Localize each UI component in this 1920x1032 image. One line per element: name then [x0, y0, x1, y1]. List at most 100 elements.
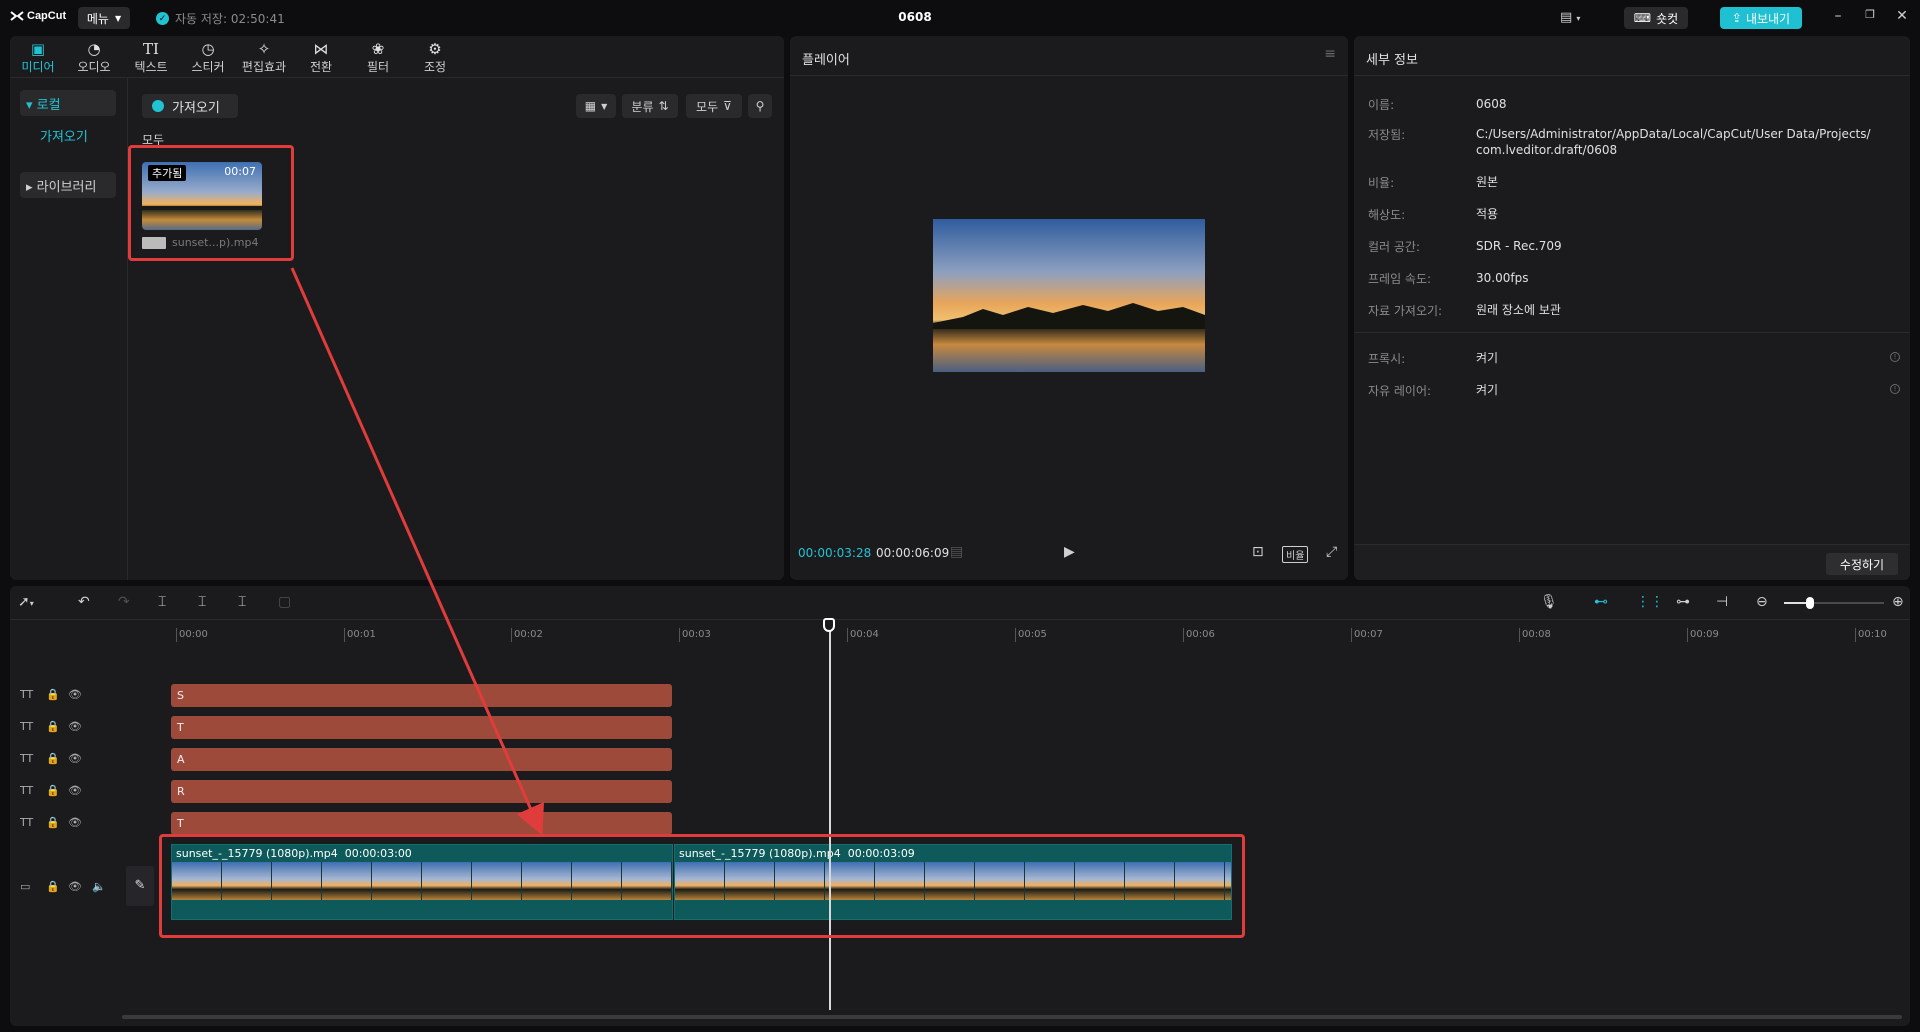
tab-audio[interactable]: ◔ 오디오 [66, 40, 122, 76]
info-icon[interactable]: ! [1890, 384, 1900, 394]
ruler-tick: 00:05 [1015, 628, 1047, 642]
eye-icon[interactable]: 👁 [68, 880, 82, 893]
edit-button[interactable]: 수정하기 [1826, 553, 1898, 575]
playhead-handle[interactable] [823, 618, 835, 632]
effects-icon: ✧ [257, 40, 271, 58]
sort-button[interactable]: 분류 ⇅ [622, 94, 678, 118]
funnel-icon: ⊽ [723, 99, 732, 113]
audio-icon: ◔ [87, 40, 101, 58]
detail-value: 켜기 [1476, 383, 1499, 397]
detail-key: 컬러 공간: [1368, 240, 1421, 254]
zoom-out-icon[interactable]: ⊖ [1756, 594, 1768, 610]
timeline-panel: ➚▾ ↶ ↷ ⌶ ⌶ ⌶ ▢ 🎙 ⊷ ⋮⋮ ⊶ ⊣ ⊖ ⊕ 00:00 00:0… [10, 586, 1910, 1026]
eye-icon[interactable]: 👁 [68, 784, 82, 797]
export-button[interactable]: ⇪ 내보내기 [1720, 7, 1802, 29]
highlight-box-media [128, 145, 294, 261]
shortcut-button[interactable]: ⌨ 숏컷 [1624, 7, 1688, 29]
tab-filter[interactable]: ❀ 필터 [350, 40, 406, 76]
eye-icon[interactable]: 👁 [68, 720, 82, 733]
timeline-scrollbar[interactable] [122, 1015, 1902, 1019]
trim-right-icon[interactable]: ⌶ [238, 594, 246, 610]
ratio-button[interactable]: 비율 [1282, 546, 1309, 563]
lock-icon[interactable]: 🔒 [46, 720, 60, 733]
search-button[interactable]: ⚲ [748, 94, 772, 118]
text-clip[interactable]: T [171, 812, 672, 835]
text-clip[interactable]: T [171, 716, 672, 739]
tab-label: 필터 [366, 60, 390, 74]
tab-effects[interactable]: ✧ 편집효과 [236, 40, 292, 76]
text-clip[interactable]: R [171, 780, 672, 803]
detail-key: 프레임 속도: [1368, 272, 1432, 286]
link-icon[interactable]: ⊶ [1676, 594, 1690, 610]
details-panel: 세부 정보 이름: 0608 저장됨: C:/Users/Administrat… [1354, 36, 1910, 580]
view-mode-button[interactable]: ▦ ▼ [576, 94, 616, 118]
undo-icon[interactable]: ↶ [78, 594, 90, 610]
preview-axis-icon[interactable]: ⊣ [1716, 594, 1728, 610]
playhead-line[interactable] [829, 620, 831, 1010]
fullscreen-focus-icon[interactable]: ⊡ [1252, 544, 1264, 560]
play-icon[interactable]: ▶ [1064, 544, 1075, 560]
sort-icon: ⇅ [658, 99, 669, 113]
microphone-icon[interactable]: 🎙 [1540, 594, 1558, 610]
text-clip[interactable]: A [171, 748, 672, 771]
sidebar-item-import[interactable]: 가져오기 [20, 122, 116, 148]
restore-icon[interactable]: ❐ [1860, 8, 1880, 21]
lock-icon[interactable]: 🔒 [46, 784, 60, 797]
lock-icon[interactable]: 🔒 [46, 752, 60, 765]
split-icon[interactable]: ⌶ [158, 594, 166, 610]
tab-label: 미디어 [21, 60, 55, 74]
redo-icon[interactable]: ↷ [118, 594, 130, 610]
text-track-header: TT 🔒 👁 [10, 778, 120, 804]
close-icon[interactable]: ✕ [1892, 8, 1912, 24]
sidebar-item-local[interactable]: ▾ 로컬 [20, 90, 116, 116]
auto-snap-icon[interactable]: ⋮⋮ [1636, 594, 1664, 610]
detail-value: 원래 장소에 보관 [1476, 303, 1561, 317]
detail-key: 프록시: [1368, 352, 1406, 366]
eye-icon[interactable]: 👁 [68, 752, 82, 765]
eye-icon[interactable]: 👁 [68, 688, 82, 701]
zoom-slider-handle[interactable] [1806, 597, 1814, 609]
minimize-icon[interactable]: – [1828, 8, 1848, 24]
timeline-ruler[interactable]: 00:00 00:01 00:02 00:03 00:04 00:05 00:0… [120, 622, 1910, 644]
tab-text[interactable]: TI 텍스트 [123, 40, 179, 76]
total-time: 00:00:06:09 [876, 546, 950, 560]
video-track-header: ▭ 🔒 👁 🔈 [10, 874, 120, 904]
tab-adjust[interactable]: ⚙ 조정 [407, 40, 463, 76]
select-cursor-icon[interactable]: ➚▾ [18, 594, 34, 610]
detail-value: SDR - Rec.709 [1476, 239, 1562, 253]
project-title: 0608 [898, 10, 932, 24]
ruler-tick: 00:09 [1687, 628, 1719, 642]
tab-label: 편집효과 [241, 60, 287, 74]
trim-left-icon[interactable]: ⌶ [198, 594, 206, 610]
cover-edit-icon[interactable]: ✎ [126, 866, 154, 906]
ruler-tick: 00:04 [847, 628, 879, 642]
expand-icon[interactable]: ⤢ [1326, 544, 1337, 560]
filter-label: 모두 [696, 99, 719, 114]
mute-icon[interactable]: 🔈 [92, 880, 106, 893]
title-bar: CapCut 메뉴 ▼ ✓ 자동 저장: 02:50:41 0608 ▤ ▾ ⌨… [0, 0, 1920, 36]
text-clip[interactable]: S [171, 684, 672, 707]
sidebar-item-library[interactable]: ▸ 라이브러리 [20, 172, 116, 198]
ruler-tick: 00:03 [679, 628, 711, 642]
tab-transition[interactable]: ⋈ 전환 [293, 40, 349, 76]
tab-label: 조정 [423, 60, 447, 74]
delete-icon[interactable]: ▢ [278, 594, 291, 610]
info-icon[interactable]: ! [1890, 352, 1900, 362]
lock-icon[interactable]: 🔒 [46, 688, 60, 701]
layout-icon[interactable]: ▤ ▾ [1560, 10, 1580, 25]
detail-key: 저장됨: [1368, 128, 1406, 142]
main-track-magnet-icon[interactable]: ⊷ [1594, 594, 1608, 610]
tab-sticker[interactable]: ◷ 스티커 [180, 40, 236, 76]
tab-media[interactable]: ▣ 미디어 [10, 40, 66, 76]
import-button[interactable]: 가져오기 [142, 94, 238, 118]
filter-button[interactable]: 모두 ⊽ [686, 94, 742, 118]
eye-icon[interactable]: 👁 [68, 816, 82, 829]
current-time: 00:00:03:28 [798, 546, 872, 560]
zoom-in-icon[interactable]: ⊕ [1892, 594, 1904, 610]
menu-icon[interactable]: ≡ [1324, 46, 1336, 62]
detail-key: 해상도: [1368, 208, 1406, 222]
lock-icon[interactable]: 🔒 [46, 816, 60, 829]
lock-icon[interactable]: 🔒 [46, 880, 60, 893]
grid-icon: ▦ [584, 99, 597, 113]
waveform-icon[interactable]: ▤ [950, 544, 963, 560]
